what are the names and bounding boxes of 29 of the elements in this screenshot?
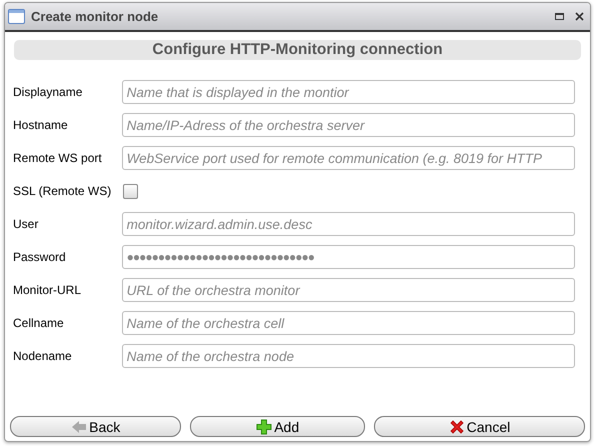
field-label: Hostname <box>13 118 69 132</box>
window-icon <box>8 9 25 24</box>
maximize-icon <box>554 13 564 20</box>
field-label: SSL (Remote WS) <box>13 184 112 198</box>
checkbox[interactable] <box>123 184 138 198</box>
section-heading: Configure HTTP-Monitoring connection <box>152 41 443 59</box>
field-label: Password <box>13 250 67 264</box>
plus-icon <box>256 418 272 434</box>
input-field[interactable]: Name that is displayed in the montior <box>122 80 575 104</box>
field-label: User <box>13 217 40 231</box>
add-button[interactable]: Add <box>190 416 365 437</box>
window-title: Create monitor node <box>31 9 160 24</box>
close-icon <box>448 418 465 434</box>
back-button[interactable]: Back <box>10 416 182 437</box>
field-label: Remote WS port <box>13 151 103 165</box>
input-field[interactable]: Name of the orchestra node <box>122 344 575 368</box>
input-field[interactable]: WebService port used for remote communication (e.g. 8019 for HTTP <box>122 146 575 170</box>
password-field[interactable]: ●●●●●●●●●●●●●●●●●●●●●●●●●●●●●● <box>122 245 575 269</box>
input-field[interactable]: monitor.wizard.admin.use.desc <box>122 212 575 236</box>
arrow-icon <box>71 418 88 434</box>
field-label: Cellname <box>13 316 65 330</box>
field-label: Nodename <box>13 349 73 363</box>
input-field[interactable]: URL of the orchestra monitor <box>122 278 575 302</box>
cancel-button[interactable]: Cancel <box>374 416 586 437</box>
field-label: Displayname <box>13 85 84 99</box>
close-icon <box>574 12 584 21</box>
field-label: Monitor-URL <box>13 283 82 297</box>
input-field[interactable]: Name of the orchestra cell <box>122 311 575 335</box>
input-field[interactable]: Name/IP-Adress of the orchestra server <box>122 113 575 137</box>
